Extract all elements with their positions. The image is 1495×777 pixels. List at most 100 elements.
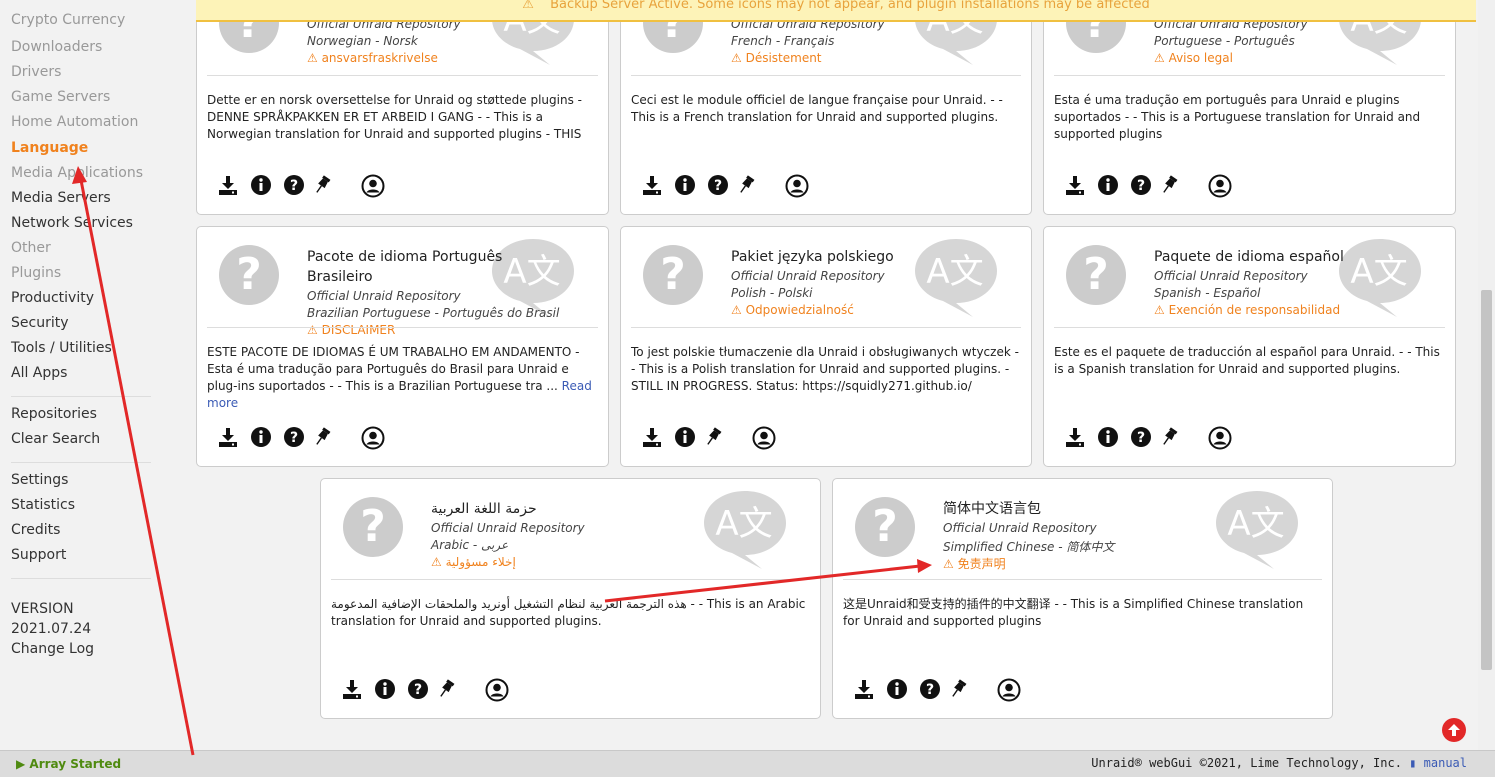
info-icon[interactable] [674,426,696,448]
sidebar-item-media-servers[interactable]: Media Servers [11,190,111,206]
download-icon[interactable] [641,174,663,196]
info-icon[interactable] [250,426,272,448]
support-icon[interactable]: ? [283,174,305,196]
support-icon[interactable]: ? [407,678,429,700]
sidebar-item-home-automation[interactable]: Home Automation [11,114,138,130]
app-description: هذه الترجمة العربية لنظام التشغيل أونريد… [331,596,810,630]
manual-link[interactable]: ▮ manual [1409,756,1467,770]
support-icon[interactable]: ? [1130,174,1152,196]
download-icon[interactable] [1064,174,1086,196]
app-card[interactable]: ? A文 حزمة اللغة العربية Official Unraid Rep… [320,478,821,719]
pin-icon[interactable] [311,174,333,196]
download-icon[interactable] [1064,426,1086,448]
sidebar-item-game-servers[interactable]: Game Servers [11,89,110,105]
app-description: To jest polskie tłumaczenie dla Unraid i… [631,344,1021,395]
disclaimer-link[interactable]: ⚠ 免责声明 [943,555,1006,572]
pin-icon[interactable] [1158,174,1180,196]
pin-icon[interactable] [435,678,457,700]
sidebar-item-language[interactable]: Language [11,140,88,156]
download-icon[interactable] [341,678,363,700]
sidebar-item-other[interactable]: Other [11,240,51,256]
sidebar-link-statistics[interactable]: Statistics [11,497,75,513]
info-icon[interactable] [1097,426,1119,448]
sidebar-link-support[interactable]: Support [11,547,66,563]
description-text: To jest polskie tłumaczenie dla Unraid i… [631,345,1019,393]
app-card[interactable]: ? A文 Pakiet języka polskiego Official Unrai… [620,226,1032,467]
app-title[interactable]: Pakiet języka polskiego [731,247,931,267]
scrollbar-thumb[interactable] [1481,290,1492,670]
sidebar-link-clear-search[interactable]: Clear Search [11,431,100,447]
disclaimer-label: إخلاء مسؤولية [445,555,516,569]
disclaimer-link[interactable]: ⚠ Désistement [731,51,822,65]
support-icon[interactable]: ? [283,426,305,448]
pin-icon[interactable] [702,426,724,448]
sidebar-link-settings[interactable]: Settings [11,472,68,488]
disclaimer-label: ansvarsfraskrivelse [321,51,438,65]
support-icon[interactable]: ? [919,678,941,700]
info-icon[interactable] [886,678,908,700]
app-card[interactable]: ? A文 Pacote de idioma Português Brasileiro… [196,226,609,467]
pin-icon[interactable] [1158,426,1180,448]
download-icon[interactable] [217,174,239,196]
sidebar-link-credits[interactable]: Credits [11,522,60,538]
description-text: هذه الترجمة العربية لنظام التشغيل أونريد… [331,597,806,628]
changelog-link[interactable]: Change Log [11,641,94,657]
disclaimer-link[interactable]: ⚠ إخلاء مسؤولية [431,555,516,569]
card-divider [1054,75,1445,76]
question-mark-icon: ? [343,497,403,557]
disclaimer-link[interactable]: ⚠ Odpowiedzialność [731,303,854,317]
sidebar-item-tools-utilities[interactable]: Tools / Utilities [11,340,112,356]
disclaimer-link[interactable]: ⚠ Exención de responsabilidad [1154,303,1340,317]
profile-icon[interactable] [361,426,385,450]
disclaimer-link[interactable]: ⚠ DISCLAIMER [307,323,395,337]
translate-bubble-icon: A文 [1337,233,1423,317]
profile-icon[interactable] [752,426,776,450]
sidebar-item-drivers[interactable]: Drivers [11,64,61,80]
download-icon[interactable] [641,426,663,448]
pin-icon[interactable] [735,174,757,196]
app-actions: ? [641,174,841,198]
app-repository: Official Unraid Repository [943,521,1097,535]
disclaimer-link[interactable]: ⚠ Aviso legal [1154,51,1233,65]
profile-icon[interactable] [1208,426,1232,450]
app-card[interactable]: ? A文 Paquete de idioma español Official Unr… [1043,226,1456,467]
app-title[interactable]: 简体中文语言包 [943,499,1143,519]
info-icon[interactable] [250,174,272,196]
app-card[interactable]: ?A文Official Unraid RepositoryFrench - Fr… [620,0,1032,215]
warning-icon: ⚠ [307,323,322,337]
download-icon[interactable] [217,426,239,448]
sidebar-link-repositories[interactable]: Repositories [11,406,97,422]
profile-icon[interactable] [997,678,1021,702]
profile-icon[interactable] [485,678,509,702]
sidebar-item-security[interactable]: Security [11,315,69,331]
back-to-top-button[interactable] [1442,718,1466,742]
sidebar-item-productivity[interactable]: Productivity [11,290,94,306]
info-icon[interactable] [1097,174,1119,196]
sidebar-item-crypto-currency[interactable]: Crypto Currency [11,12,125,28]
pin-icon[interactable] [311,426,333,448]
app-card[interactable]: ?A文Official Unraid RepositoryNorwegian -… [196,0,609,215]
disclaimer-link[interactable]: ⚠ ansvarsfraskrivelse [307,51,438,65]
sidebar-item-all-apps[interactable]: All Apps [11,365,67,381]
app-card[interactable]: ?A文Official Unraid RepositoryPortuguese … [1043,0,1456,215]
page-scrollbar[interactable] [1478,0,1495,750]
app-title[interactable]: Paquete de idioma español [1154,247,1354,267]
sidebar-item-network-services[interactable]: Network Services [11,215,133,231]
sidebar-item-media-applications[interactable]: Media Applications [11,165,143,181]
download-icon[interactable] [853,678,875,700]
support-icon[interactable]: ? [1130,426,1152,448]
app-title[interactable]: Pacote de idioma Português Brasileiro [307,247,507,287]
app-actions: ? [1064,426,1264,450]
support-icon[interactable]: ? [707,174,729,196]
info-icon[interactable] [374,678,396,700]
sidebar-item-plugins[interactable]: Plugins [11,265,61,281]
pin-icon[interactable] [947,678,969,700]
profile-icon[interactable] [361,174,385,198]
profile-icon[interactable] [785,174,809,198]
question-mark-icon: ? [219,245,279,305]
sidebar-item-downloaders[interactable]: Downloaders [11,39,102,55]
app-title[interactable]: حزمة اللغة العربية [431,499,631,519]
app-card[interactable]: ? A文 简体中文语言包 Official Unraid Repository Simp… [832,478,1333,719]
info-icon[interactable] [674,174,696,196]
profile-icon[interactable] [1208,174,1232,198]
